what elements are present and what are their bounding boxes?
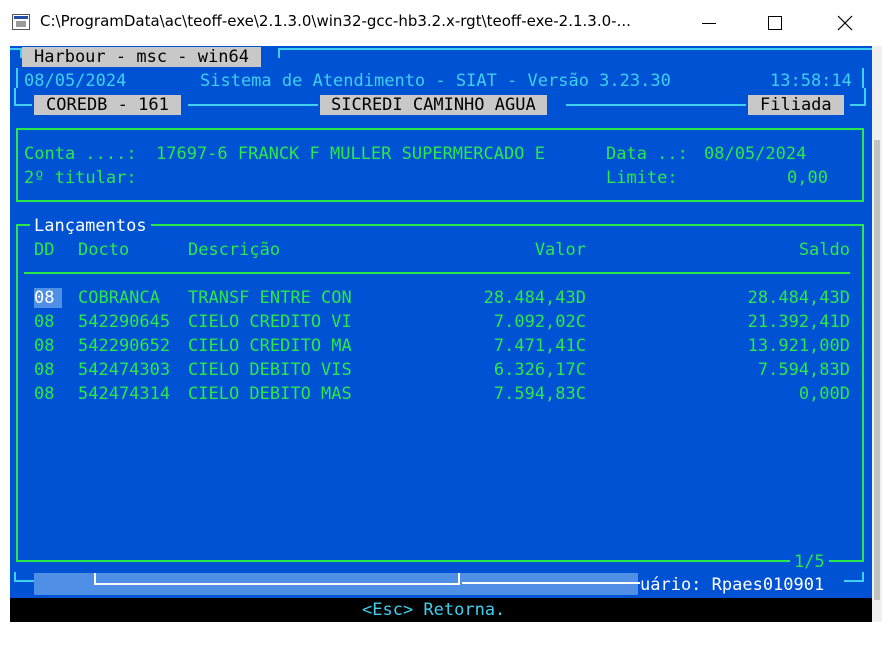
account-box <box>16 128 864 202</box>
data-label: Data ..: <box>606 144 688 164</box>
row-saldo: 21.392,41D <box>747 312 850 332</box>
system-title: Sistema de Atendimento - SIAT - Versão 3… <box>200 71 671 91</box>
page-indicator: 1/5 <box>790 552 829 572</box>
row-valor: 6.326,17C <box>493 360 586 380</box>
col-docto: Docto <box>78 240 130 260</box>
frame-line <box>278 48 280 58</box>
row-dd: 08 <box>34 336 55 356</box>
close-icon <box>837 15 853 31</box>
minimize-button[interactable] <box>676 0 742 46</box>
frame-line <box>94 583 460 585</box>
row-saldo: 0,00D <box>798 384 850 404</box>
header-time: 13:58:14 <box>770 71 852 91</box>
maximize-button[interactable] <box>742 0 808 46</box>
row-dd: 08 <box>34 384 55 404</box>
frame-line <box>14 88 16 106</box>
scrollbar-thumb[interactable] <box>874 140 880 600</box>
col-descricao: Descrição <box>188 240 281 260</box>
row-valor: 28.484,43D <box>483 288 586 308</box>
conta-label: Conta ....: <box>24 144 137 164</box>
row-dd: 08 <box>34 312 55 332</box>
row-descricao: CIELO CREDITO VI <box>188 312 352 332</box>
frame-line <box>864 88 866 106</box>
row-dd: 08 <box>34 288 63 308</box>
header-date: 08/05/2024 <box>24 71 127 91</box>
row-docto: 542474314 <box>78 384 171 404</box>
agency-label: SICREDI CAMINHO AGUA <box>320 95 547 115</box>
conta-value: 17697-6 FRANCK F MULLER SUPERMERCADO E <box>156 144 545 164</box>
coredb-label: COREDB - 161 <box>34 95 181 115</box>
row-descricao: CIELO DEBITO MAS <box>188 384 352 404</box>
frame-line <box>862 572 864 582</box>
header-divider <box>24 272 850 274</box>
frame-line <box>844 580 862 582</box>
user-label: uário: Rpaes010901 <box>640 575 825 595</box>
frame-line <box>10 48 20 50</box>
frame-line <box>280 48 872 50</box>
window-titlebar: C:\ProgramData\ac\teoff-exe\2.1.3.0\win3… <box>0 0 882 46</box>
close-button[interactable] <box>812 0 878 46</box>
row-descricao: CIELO DEBITO VIS <box>188 360 352 380</box>
row-dd: 08 <box>34 360 55 380</box>
row-descricao: CIELO CREDITO MA <box>188 336 352 356</box>
row-valor: 7.594,83C <box>493 384 586 404</box>
maximize-icon <box>768 16 782 30</box>
row-docto: 542290645 <box>78 312 171 332</box>
minimize-icon <box>702 23 716 24</box>
row-docto: COBRANCA <box>78 288 160 308</box>
row-saldo: 28.484,43D <box>747 288 850 308</box>
row-valor: 7.471,41C <box>493 336 586 356</box>
console-screen[interactable]: Harbour - msc - win64 08/05/2024 Sistema… <box>10 46 872 622</box>
limite-label: Limite: <box>606 168 678 188</box>
harbour-tab: Harbour - msc - win64 <box>22 47 261 67</box>
console-app-icon[interactable] <box>12 14 30 30</box>
frame-line <box>566 104 746 106</box>
row-saldo: 7.594,83D <box>757 360 850 380</box>
frame-line <box>14 104 32 106</box>
limite-value: 0,00 <box>787 168 828 188</box>
row-saldo: 13.921,00D <box>747 336 850 356</box>
frame-line <box>462 582 640 584</box>
row-docto: 542290652 <box>78 336 171 356</box>
window-bottom-border <box>0 622 882 646</box>
frame-line <box>458 573 460 585</box>
branch-type-label: Filiada <box>748 95 844 115</box>
row-descricao: TRANSF ENTRE CON <box>188 288 352 308</box>
frame-line <box>188 104 318 106</box>
col-saldo: Saldo <box>798 240 850 260</box>
col-dd: DD <box>34 240 55 260</box>
frame-line <box>862 68 864 88</box>
data-value: 08/05/2024 <box>704 144 807 164</box>
row-docto: 542474303 <box>78 360 171 380</box>
frame-line <box>14 580 34 582</box>
titular2-label: 2º titular: <box>24 168 137 188</box>
status-bar: <Esc> Retorna. <box>10 598 872 622</box>
esc-hint: <Esc> Retorna. <box>362 600 506 620</box>
lancamentos-title: Lançamentos <box>30 216 151 236</box>
col-valor: Valor <box>534 240 586 260</box>
row-valor: 7.092,02C <box>493 312 586 332</box>
frame-line <box>14 572 16 582</box>
window-title: C:\ProgramData\ac\teoff-exe\2.1.3.0\win3… <box>40 12 631 30</box>
frame-line <box>16 68 18 88</box>
